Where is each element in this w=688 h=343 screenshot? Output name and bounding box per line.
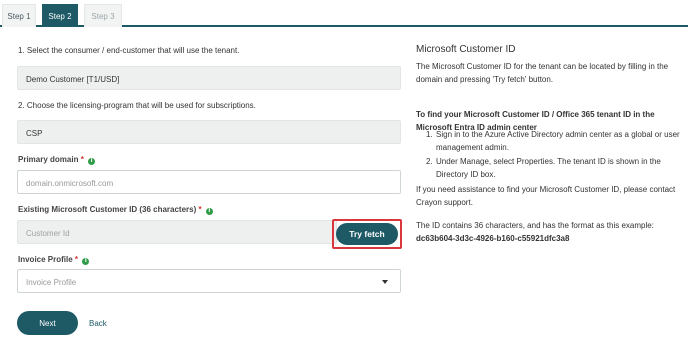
try-fetch-highlight: Try fetch — [332, 219, 402, 249]
info-icon[interactable]: i — [82, 258, 90, 265]
invoice-profile-label: Invoice Profile * i — [18, 255, 90, 265]
step-number: 2. — [426, 157, 433, 166]
back-link[interactable]: Back — [89, 319, 107, 328]
next-button[interactable]: Next — [17, 311, 78, 335]
customer-prompt: 1. Select the consumer / end-customer th… — [18, 46, 240, 55]
invoice-profile-label-text: Invoice Profile — [18, 255, 73, 264]
step-tabs: Step 1 Step 2 Step 3 — [0, 0, 688, 27]
help-title: Microsoft Customer ID — [416, 44, 516, 55]
customer-id-label-text: Existing Microsoft Customer ID (36 chara… — [18, 205, 197, 214]
list-item: 1. Sign in to the Azure Active Directory… — [426, 129, 688, 154]
help-intro: The Microsoft Customer ID for the tenant… — [416, 62, 669, 84]
primary-domain-label: Primary domain * i — [18, 155, 96, 165]
help-panel-title-wrap: Microsoft Customer ID — [416, 43, 686, 56]
help-steps: 1. Sign in to the Azure Active Directory… — [426, 129, 688, 181]
tab-step-3[interactable]: Step 3 — [84, 4, 122, 27]
required-mark: * — [80, 155, 84, 164]
caret-down-icon — [382, 280, 388, 284]
program-prompt: 2. Choose the licensing-program that wil… — [18, 101, 256, 110]
customer-id-label: Existing Microsoft Customer ID (36 chara… — [18, 205, 213, 215]
tab-step-1[interactable]: Step 1 — [2, 4, 36, 27]
step-text: Under Manage, select Properties. The ten… — [436, 157, 661, 179]
step-text: Sign in to the Azure Active Directory ad… — [436, 130, 680, 152]
format-text: The ID contains 36 characters, and has t… — [416, 221, 654, 230]
customer-field: Demo Customer [T1/USD] — [17, 66, 401, 90]
licensing-program-field: CSP — [17, 120, 401, 144]
customer-id-input[interactable]: Customer Id — [17, 220, 337, 244]
info-icon[interactable]: i — [88, 158, 96, 165]
try-fetch-button[interactable]: Try fetch — [336, 223, 398, 245]
primary-domain-input[interactable]: domain.onmicrosoft.com — [17, 170, 401, 194]
list-item: 2. Under Manage, select Properties. The … — [426, 156, 688, 181]
help-assistance: If you need assistance to find your Micr… — [416, 185, 676, 207]
required-mark: * — [198, 205, 202, 214]
step-number: 1. — [426, 130, 433, 139]
help-format: The ID contains 36 characters, and has t… — [416, 219, 686, 245]
invoice-profile-value: Invoice Profile — [26, 278, 77, 287]
tab-step-2[interactable]: Step 2 — [42, 4, 78, 27]
info-icon[interactable]: i — [205, 208, 213, 215]
example-id: dc63b604-3d3c-4926-b160-c55921dfc3a8 — [416, 234, 570, 243]
invoice-profile-select[interactable]: Invoice Profile — [17, 269, 401, 293]
primary-domain-label-text: Primary domain — [18, 155, 79, 164]
required-mark: * — [74, 255, 79, 264]
